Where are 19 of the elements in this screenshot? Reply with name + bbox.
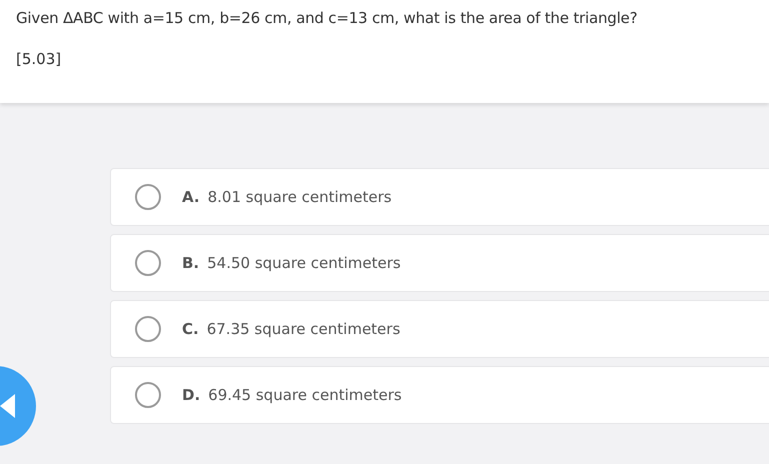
option-text: 69.45 square centimeters (208, 386, 402, 404)
answer-option[interactable]: A. 8.01 square centimeters (110, 168, 769, 226)
answer-option[interactable]: C. 67.35 square centimeters (110, 300, 769, 358)
back-arrow-icon[interactable] (0, 364, 36, 448)
option-letter: A. (182, 188, 200, 206)
question-code: [5.03] (16, 50, 62, 68)
answer-option[interactable]: D. 69.45 square centimeters (110, 366, 769, 424)
option-text: 8.01 square centimeters (208, 188, 392, 206)
option-letter: C. (182, 320, 199, 338)
question-text: Given ΔABC with a=15 cm, b=26 cm, and c=13 cm, what is the area of the triangle? (16, 8, 638, 28)
answer-option[interactable]: B. 54.50 square centimeters (110, 234, 769, 292)
option-text: 67.35 square centimeters (206, 320, 400, 338)
option-letter: B. (182, 254, 200, 272)
radio-button[interactable] (135, 316, 161, 342)
option-letter: D. (182, 386, 200, 404)
option-text: 54.50 square centimeters (207, 254, 401, 272)
radio-button[interactable] (135, 184, 161, 210)
radio-button[interactable] (135, 250, 161, 276)
radio-button[interactable] (135, 382, 161, 408)
